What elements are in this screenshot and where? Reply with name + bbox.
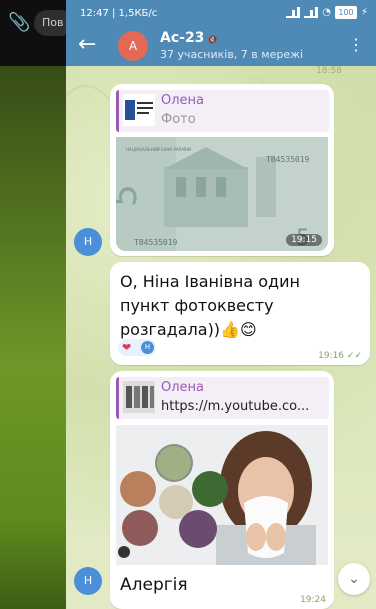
phone-screen: 12:47 | 1,5КБ/с ◔ 100 ⚡ ← А Ас-23 🔇 37 уч… (66, 0, 376, 609)
reply-link[interactable]: https://m.youtube.co... (161, 399, 309, 414)
media-caption: Алергія (120, 575, 188, 595)
message-bubble[interactable]: Олена Фото 5 ТВ4535019 ТВ4535019 5 НАЦІО… (110, 84, 334, 256)
mute-icon: 🔇 (207, 35, 218, 44)
chat-header: ← А Ас-23 🔇 37 учасників, 7 в мережі ⋮ (66, 28, 376, 66)
chat-subtitle: 37 учасників, 7 в мережі (160, 48, 304, 61)
reply-thumbnail (123, 94, 155, 126)
reaction-chip[interactable]: ❤ Н (118, 339, 156, 356)
sender-avatar[interactable]: Н (74, 228, 102, 256)
wifi-icon: ◔ (322, 7, 331, 18)
message-text: О, Ніна Іванівна один пункт фотоквесту р… (120, 272, 300, 339)
scroll-down-icon[interactable]: ⌄ (338, 563, 370, 595)
sender-avatar[interactable]: Н (74, 567, 102, 595)
charging-icon: ⚡ (360, 7, 368, 18)
photo-time: 19:15 (286, 234, 322, 246)
heart-icon: ❤ (122, 341, 132, 354)
double-check-icon: ✓✓ (346, 351, 362, 361)
reply-thumbnail (123, 381, 155, 413)
status-bar: 12:47 | 1,5КБ/с ◔ 100 ⚡ (66, 0, 376, 28)
signal-icon (304, 7, 319, 18)
video-preview[interactable] (116, 425, 328, 565)
reply-author: Олена (161, 380, 205, 395)
more-menu-icon[interactable]: ⋮ (348, 36, 364, 54)
banknote-header-text: НАЦІОНАЛЬНИЙ БАНК УКРАЇНИ (126, 147, 191, 152)
group-avatar[interactable]: А (118, 31, 148, 61)
status-time: 12:47 | 1,5КБ/с (80, 8, 158, 19)
chat-title[interactable]: Ас-23 🔇 (160, 30, 217, 46)
message-time: 19:24 (300, 595, 326, 605)
message-bubble[interactable]: О, Ніна Іванівна один пункт фотоквесту р… (110, 262, 370, 365)
banknote-large-value: 5 (116, 184, 145, 207)
message-time: 19:16 ✓✓ (318, 351, 362, 361)
paperclip-icon[interactable]: 📎 (8, 13, 30, 33)
photo-banknote[interactable]: 5 ТВ4535019 ТВ4535019 5 НАЦІОНАЛЬНИЙ БАН… (116, 137, 328, 251)
reply-type: Фото (161, 112, 196, 127)
previous-message-time: 18:58 (316, 66, 342, 76)
banknote-serial-top: ТВ4535019 (266, 155, 310, 164)
battery-icon: 100 (334, 6, 357, 19)
reply-preview[interactable]: Олена Фото (116, 90, 329, 132)
reaction-avatar: Н (141, 341, 154, 354)
reply-author: Олена (161, 93, 205, 108)
reply-preview[interactable]: Олена https://m.youtube.co... (116, 377, 329, 419)
banknote-serial-bottom: ТВ4535019 (134, 238, 178, 247)
desktop-top-bar: 📎 Пов (0, 0, 74, 66)
allergy-image (116, 425, 328, 565)
message-bubble[interactable]: Олена https://m.youtube.co... Алергія 19… (110, 371, 334, 609)
signal-icon (286, 7, 301, 18)
back-arrow-icon[interactable]: ← (78, 34, 96, 56)
